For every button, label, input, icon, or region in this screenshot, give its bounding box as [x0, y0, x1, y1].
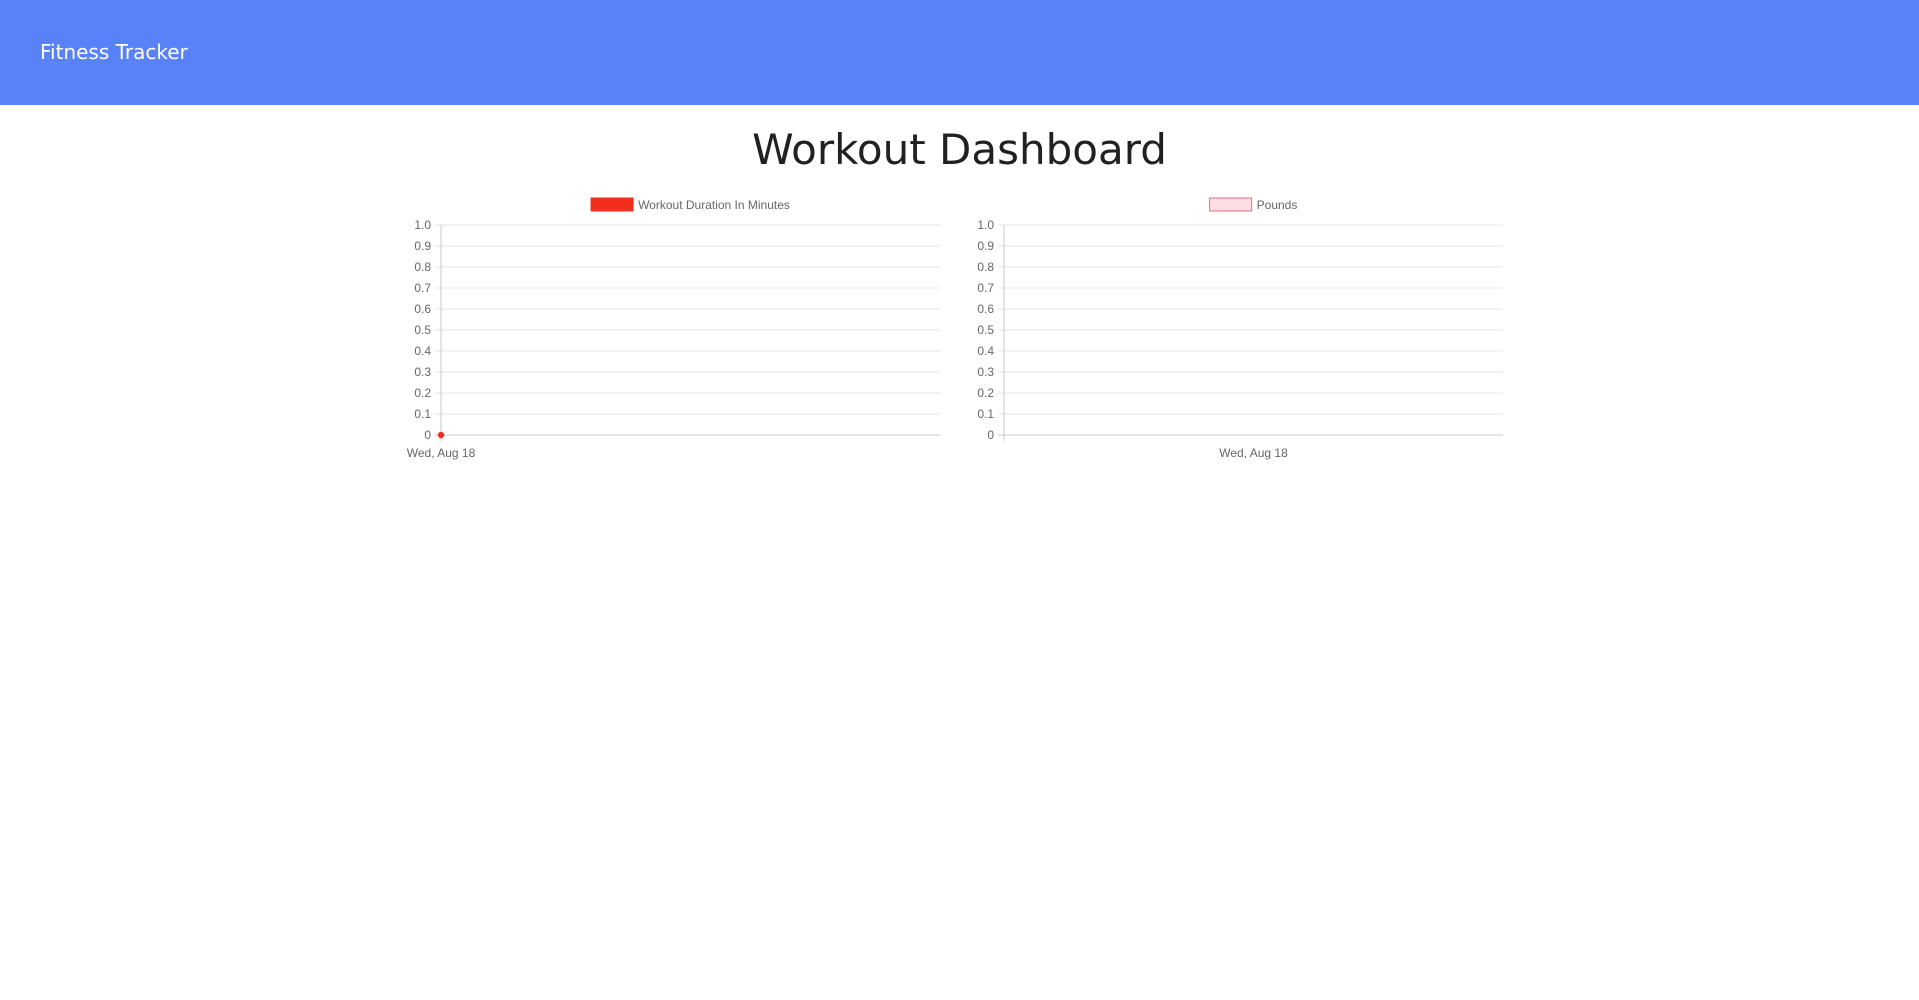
y-tick-label: 0.3 — [977, 365, 994, 379]
y-tick-label: 0.9 — [414, 239, 431, 253]
y-tick-label: 0 — [424, 428, 431, 442]
legend-swatch — [1209, 197, 1253, 212]
y-tick-label: 0.8 — [414, 260, 431, 274]
y-tick-label: 0 — [987, 428, 994, 442]
y-tick-label: 0.5 — [414, 323, 431, 337]
y-tick-label: 0.2 — [414, 386, 431, 400]
pounds-chart-svg: Pounds 0 0.1 0.2 0.3 0.4 0.5 0.6 0.7 0.8 0.9 1.0 Wed… — [977, 197, 1503, 460]
y-tick-label: 0.2 — [977, 386, 994, 400]
workout-duration-chart: Workout Duration In Minutes 0 0.1 0.2 0.3 0.4… — [400, 195, 960, 465]
legend-label: Workout Duration In Minutes — [638, 198, 790, 212]
y-tick-label: 1.0 — [977, 218, 994, 232]
y-tick-label: 0.6 — [977, 302, 994, 316]
legend-label: Pounds — [1257, 198, 1298, 212]
pounds-chart: Pounds 0 0.1 0.2 0.3 0.4 0.5 0.6 0.7 0.8 0.9 1.0 Wed… — [963, 195, 1523, 465]
workout-duration-chart-svg: Workout Duration In Minutes 0 0.1 0.2 0.3 0.4… — [407, 197, 940, 460]
y-tick-label: 0.7 — [414, 281, 431, 295]
x-tick-label: Wed, Aug 18 — [1219, 446, 1288, 460]
navbar: Fitness Tracker — [0, 0, 1919, 105]
y-tick-label: 0.8 — [977, 260, 994, 274]
y-tick-label: 0.4 — [414, 344, 431, 358]
y-tick-label: 0.1 — [977, 407, 994, 421]
y-tick-label: 1.0 — [414, 218, 431, 232]
page-title: Workout Dashboard — [752, 125, 1167, 174]
brand-link[interactable]: Fitness Tracker — [40, 40, 188, 65]
y-tick-label: 0.7 — [977, 281, 994, 295]
x-tick-label: Wed, Aug 18 — [407, 446, 476, 460]
y-tick-label: 0.1 — [414, 407, 431, 421]
legend-swatch — [590, 197, 634, 212]
y-tick-label: 0.9 — [977, 239, 994, 253]
y-tick-label: 0.5 — [977, 323, 994, 337]
data-point — [437, 431, 445, 439]
y-tick-label: 0.3 — [414, 365, 431, 379]
y-tick-label: 0.4 — [977, 344, 994, 358]
y-tick-label: 0.6 — [414, 302, 431, 316]
